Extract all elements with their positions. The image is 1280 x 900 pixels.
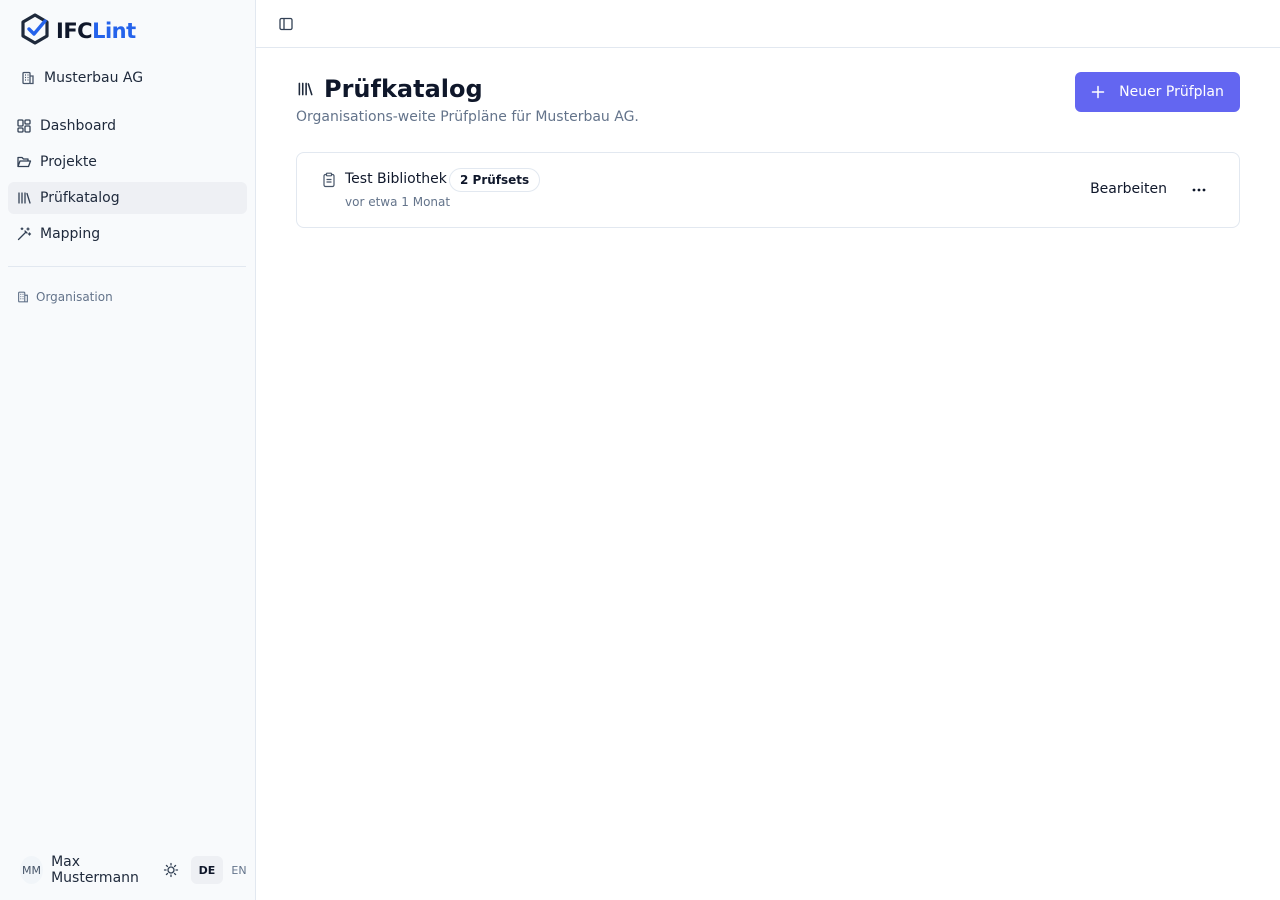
language-de-button[interactable]: DE	[191, 856, 223, 884]
user-bar: MM Max Mustermann DE EN	[20, 854, 255, 886]
building-icon	[16, 290, 30, 304]
organization-name: Musterbau AG	[44, 70, 144, 86]
building-icon	[20, 70, 36, 86]
list-item[interactable]: Test Bibliothek 2 Prüfsets vor etwa 1 Mo…	[296, 152, 1240, 228]
more-icon[interactable]	[1187, 180, 1211, 200]
app-logo-text: IFCLint	[56, 19, 136, 43]
top-bar	[256, 0, 1280, 48]
organization-switcher[interactable]: Musterbau AG	[8, 62, 248, 94]
language-en-button[interactable]: EN	[223, 856, 255, 884]
sidebar-divider	[8, 266, 246, 267]
library-icon	[16, 190, 32, 206]
logo-text-part1: IFC	[56, 19, 93, 43]
user-name[interactable]: Max Mustermann	[51, 854, 151, 886]
item-title[interactable]: Test Bibliothek	[345, 171, 447, 187]
sidebar-item-label: Mapping	[40, 226, 101, 242]
sidebar: IFCLint Musterbau AG Dashboard Projekte …	[0, 0, 256, 900]
clipboard-icon	[321, 172, 337, 188]
folder-open-icon	[16, 154, 32, 170]
panel-left-icon[interactable]	[278, 16, 294, 32]
sidebar-item-projekte[interactable]: Projekte	[8, 146, 247, 178]
edit-button[interactable]: Bearbeiten	[1090, 181, 1167, 197]
sidebar-nav: Dashboard Projekte Prüfkatalog Mapping	[8, 110, 247, 254]
logo-text-part2: Lint	[92, 19, 136, 43]
main-content: Prüfkatalog Organisations-weite Prüfplän…	[296, 72, 1240, 228]
page-title: Prüfkatalog	[324, 75, 483, 103]
dashboard-icon	[16, 118, 32, 134]
sidebar-item-pruefkatalog[interactable]: Prüfkatalog	[8, 182, 247, 214]
plus-icon	[1091, 85, 1105, 99]
sidebar-item-dashboard[interactable]: Dashboard	[8, 110, 247, 142]
new-pruefplan-button[interactable]: Neuer Prüfplan	[1075, 72, 1240, 112]
new-pruefplan-label: Neuer Prüfplan	[1119, 84, 1224, 100]
status-badge: 2 Prüfsets	[449, 168, 541, 192]
sidebar-item-mapping[interactable]: Mapping	[8, 218, 247, 250]
sun-icon[interactable]	[163, 862, 179, 878]
language-switcher: DE EN	[191, 856, 255, 884]
app-logo[interactable]: IFCLint	[20, 13, 136, 49]
avatar[interactable]: MM	[20, 856, 44, 884]
sidebar-item-label: Projekte	[40, 154, 97, 170]
section-label-text: Organisation	[36, 290, 113, 304]
item-timestamp: vor etwa 1 Monat	[345, 195, 451, 209]
sidebar-item-label: Dashboard	[40, 118, 116, 134]
library-icon	[296, 80, 314, 98]
sidebar-item-label: Prüfkatalog	[40, 190, 120, 206]
section-organisation[interactable]: Organisation	[16, 290, 113, 304]
wand-icon	[16, 226, 32, 242]
hexagon-check-icon	[20, 13, 50, 49]
